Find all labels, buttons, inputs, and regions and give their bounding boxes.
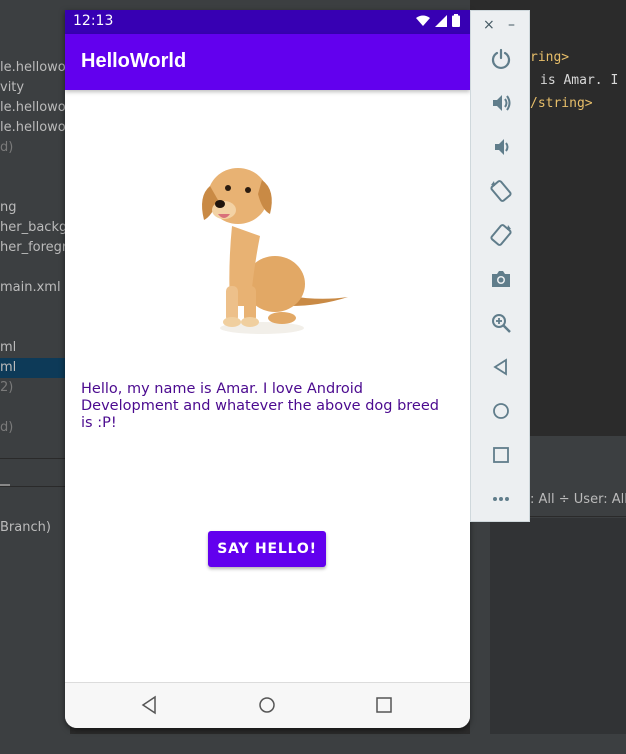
ide-branch-label: Branch): [0, 520, 51, 535]
status-time: 12:13: [73, 13, 114, 29]
emulator-close-button[interactable]: ×: [483, 17, 495, 33]
ide-divider: [0, 458, 70, 459]
ide-tree-item[interactable]: 2): [0, 380, 13, 395]
wifi-icon: [416, 15, 430, 26]
ide-tree-item[interactable]: ml: [0, 340, 16, 355]
emulator-minimize-button[interactable]: –: [508, 17, 515, 33]
nav-home-icon[interactable]: [258, 695, 276, 715]
signal-icon: [435, 14, 447, 27]
rotate-left-icon[interactable]: [488, 178, 514, 204]
nav-back-icon[interactable]: [140, 695, 158, 715]
ide-tree-item[interactable]: ng: [0, 200, 17, 215]
say-hello-button[interactable]: SAY HELLO!: [208, 531, 326, 567]
emulator-toolbar: × –: [470, 10, 530, 522]
ide-logcat-filter[interactable]: : All ÷ User: All: [530, 492, 626, 507]
camera-icon[interactable]: [488, 266, 514, 292]
ide-status-bar: [0, 734, 626, 754]
nav-recents-icon[interactable]: [375, 695, 393, 715]
status-icons: [416, 14, 460, 27]
back-icon[interactable]: [488, 354, 514, 380]
ide-tree-item[interactable]: le.hellowo: [0, 120, 66, 135]
power-icon[interactable]: [488, 46, 514, 72]
overview-icon[interactable]: [488, 442, 514, 468]
home-icon[interactable]: [488, 398, 514, 424]
volume-down-icon[interactable]: [488, 134, 514, 160]
ide-tree-item[interactable]: her_backg: [0, 220, 67, 235]
rotate-right-icon[interactable]: [488, 222, 514, 248]
ide-tree-item[interactable]: vity: [0, 80, 24, 95]
ide-log-area: [490, 518, 626, 754]
ide-tree-item[interactable]: le.hellowo: [0, 60, 66, 75]
dog-image: [202, 168, 348, 334]
ide-tree-item[interactable]: d): [0, 420, 13, 435]
ide-project-panel: le.hellowo vity le.hellowo le.hellowo d)…: [0, 0, 70, 754]
more-icon[interactable]: [488, 486, 514, 512]
code-line: ring>: [530, 50, 570, 65]
android-nav-bar: [65, 682, 470, 728]
zoom-icon[interactable]: [488, 310, 514, 336]
code-line: /string>: [530, 96, 593, 111]
hello-message: Hello, my name is Amar. I love Android D…: [81, 381, 439, 431]
ide-tree-item[interactable]: d): [0, 140, 13, 155]
volume-up-icon[interactable]: [488, 90, 514, 116]
ide-tree-item[interactable]: ml: [0, 360, 16, 375]
ide-tree-item[interactable]: le.hellowo: [0, 100, 66, 115]
ide-divider: [0, 486, 70, 487]
app-title: HelloWorld: [81, 50, 187, 72]
ide-tree-item[interactable]: main.xml: [0, 280, 61, 295]
ide-tree-item[interactable]: her_foregr: [0, 240, 67, 255]
app-bar: HelloWorld: [65, 34, 470, 90]
battery-icon: [452, 14, 460, 27]
code-line: is Amar. I: [540, 73, 619, 88]
emulator-screen: 12:13 HelloWorld Hello, my name is Amar.…: [65, 10, 470, 728]
android-status-bar: 12:13: [65, 10, 470, 34]
